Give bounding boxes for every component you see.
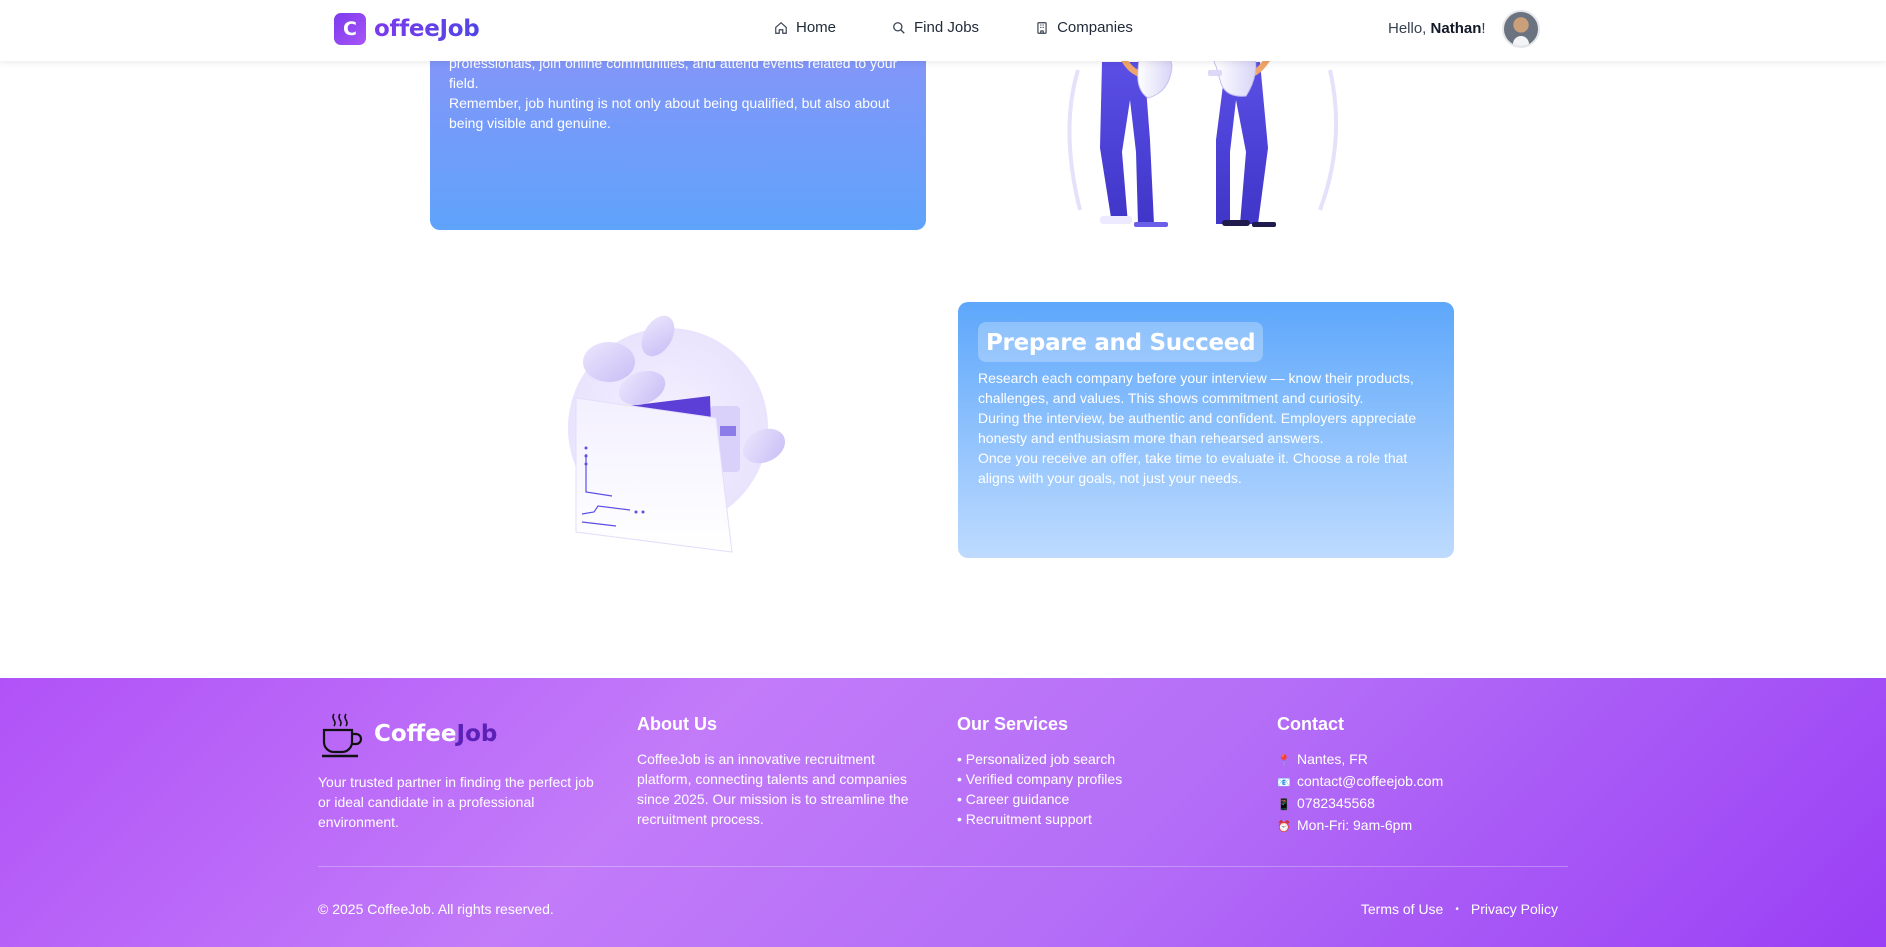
card-text: During the interview, be authentic and c…	[978, 410, 1417, 446]
contact-item: ⏰ Mon-Fri: 9am-6pm	[1277, 815, 1443, 837]
contact-email[interactable]: contact@coffeejob.com	[1297, 773, 1443, 789]
nav-home[interactable]: Home	[774, 19, 836, 36]
nav-companies-label: Companies	[1057, 19, 1133, 36]
card-text: Remember, job hunting is not only about …	[449, 95, 890, 131]
main-nav: Home Find Jobs Companies	[774, 19, 1133, 36]
footer-divider	[318, 866, 1568, 867]
about-heading: About Us	[637, 714, 717, 734]
service-item: • Career guidance	[957, 791, 1070, 807]
copyright: © 2025 CoffeeJob. All rights reserved.	[318, 901, 554, 917]
footer-brand-desc: Your trusted partner in finding the perf…	[318, 774, 594, 830]
footer-logo[interactable]: CoffeeJob	[318, 710, 604, 758]
contact-hours: Mon-Fri: 9am-6pm	[1297, 817, 1413, 833]
phone-icon: 📱	[1277, 799, 1291, 811]
terms-link[interactable]: Terms of Use	[1361, 901, 1443, 917]
service-item: • Recruitment support	[957, 811, 1092, 827]
user-greeting: Hello, Nathan!	[1388, 20, 1486, 37]
service-item: • Personalized job search	[957, 751, 1116, 767]
card-text: Research each company before your interv…	[978, 370, 1414, 406]
search-icon	[893, 21, 905, 34]
home-icon	[775, 21, 787, 34]
site-footer: CoffeeJob Your trusted partner in findin…	[0, 678, 1886, 947]
pin-icon: 📍	[1277, 755, 1291, 767]
footer-brand: CoffeeJob Your trusted partner in findin…	[318, 710, 604, 832]
brand-coffee: Coffee	[374, 721, 457, 747]
user-name: Nathan	[1430, 20, 1482, 37]
logo-link[interactable]: C offeeJob	[334, 13, 480, 45]
footer-brand-name: CoffeeJob	[374, 721, 497, 747]
contact-location: Nantes, FR	[1297, 751, 1368, 767]
clock-icon: ⏰	[1277, 821, 1291, 833]
logo-mark: C	[334, 13, 366, 45]
services-heading: Our Services	[957, 714, 1069, 734]
greeting-text: Hello,	[1388, 20, 1431, 37]
footer-about: About Us CoffeeJob is an innovative recr…	[637, 714, 917, 829]
contact-item: 📍 Nantes, FR	[1277, 749, 1443, 771]
avatar[interactable]	[1502, 10, 1540, 48]
nav-home-label: Home	[796, 19, 837, 36]
brand-job: Job	[456, 721, 498, 747]
nav-companies[interactable]: Companies	[1035, 19, 1133, 36]
privacy-link[interactable]: Privacy Policy	[1471, 901, 1558, 917]
service-item: • Verified company profiles	[957, 771, 1123, 787]
contact-item: 📧 contact@coffeejob.com	[1277, 771, 1443, 793]
nav-find-jobs[interactable]: Find Jobs	[892, 19, 979, 36]
card-title: Prepare and Succeed	[978, 322, 1264, 362]
people-handshake-illustration	[1067, 44, 1339, 227]
contact-phone: 0782345568	[1297, 795, 1375, 811]
greeting-suffix: !	[1481, 20, 1486, 37]
building-icon	[1037, 21, 1047, 34]
footer-links: Terms of Use • Privacy Policy	[1361, 901, 1558, 917]
top-navbar: C offeeJob Home Find Jobs Companies Hell…	[0, 0, 1886, 61]
footer-contact: Contact 📍 Nantes, FR 📧 contact@coffeejob.c…	[1277, 714, 1443, 837]
link-separator: •	[1455, 903, 1459, 915]
about-text: CoffeeJob is an innovative recruitment p…	[637, 751, 909, 827]
email-icon: 📧	[1277, 777, 1291, 789]
nav-find-jobs-label: Find Jobs	[914, 19, 980, 36]
tips-card-prepare: Prepare and Succeed Research each compan…	[958, 302, 1454, 558]
logo-text: offeeJob	[374, 16, 480, 42]
contact-heading: Contact	[1277, 714, 1344, 734]
coffee-cup-icon	[322, 713, 363, 758]
card-text: Once you receive an offer, take time to …	[978, 450, 1408, 486]
contact-item: 📱 0782345568	[1277, 793, 1443, 815]
wallet-coins-illustration	[568, 315, 786, 553]
footer-services: Our Services • Personalized job search •…	[957, 714, 1122, 829]
